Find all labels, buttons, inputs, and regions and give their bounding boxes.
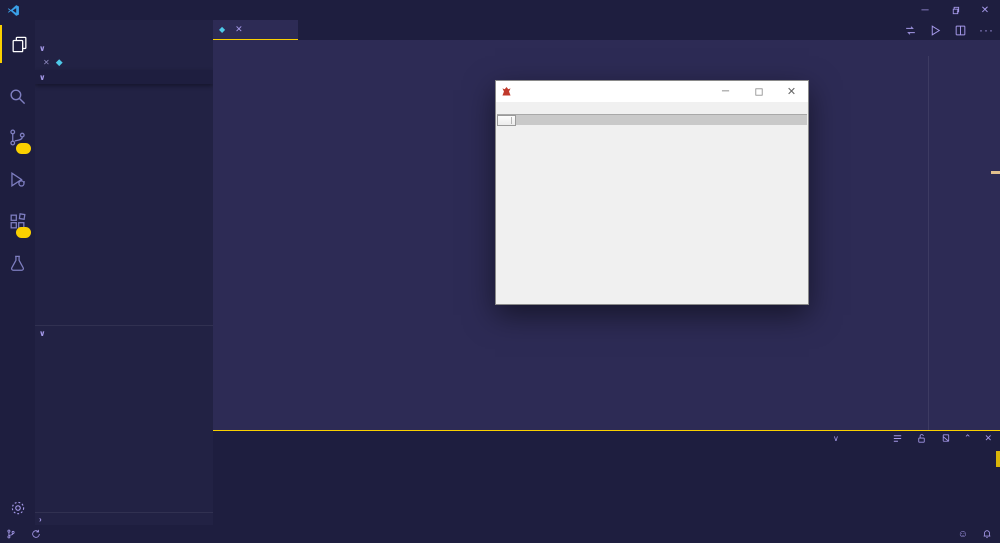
sync-icon xyxy=(32,529,40,538)
panel-scrollbar[interactable] xyxy=(996,451,1000,467)
close-panel-icon[interactable]: ✕ xyxy=(984,433,992,444)
explorer-sidebar: ∨ ✕ ◆ ∨ ∨ › xyxy=(35,20,213,525)
breadcrumb xyxy=(213,40,1000,56)
activity-bar xyxy=(0,20,35,525)
source-control-icon[interactable] xyxy=(0,118,35,156)
close-icon[interactable]: ✕ xyxy=(43,58,50,67)
run-debug-icon[interactable] xyxy=(0,160,35,198)
vscode-window: ─ ✕ ∨ ✕ ◆ ∨ ∨ › ◆ ✕ ··· ─ ✕ ∨ ⌃ ✕ ☺ xyxy=(0,0,1000,543)
minimap-separator xyxy=(928,56,929,430)
clear-output-icon[interactable] xyxy=(940,433,951,444)
maven-projects-header[interactable]: › xyxy=(35,512,213,525)
folder-section-header[interactable]: ∨ xyxy=(35,70,213,84)
test-icon[interactable] xyxy=(0,244,35,282)
open-editor-item[interactable]: ✕ ◆ xyxy=(35,55,213,70)
scm-badge xyxy=(16,143,31,154)
bottom-panel: ∨ ⌃ ✕ xyxy=(213,430,1000,525)
status-bar: ☺ xyxy=(0,525,1000,543)
scale-slider-trough[interactable] xyxy=(497,114,807,126)
titlebar: ─ ✕ xyxy=(0,0,1000,20)
tk-close-button[interactable]: ✕ xyxy=(775,81,808,102)
python-file-icon: ◆ xyxy=(55,57,63,68)
unlock-icon[interactable] xyxy=(916,433,927,444)
tk-titlebar[interactable]: ─ ✕ xyxy=(496,81,808,102)
minimap[interactable] xyxy=(930,56,1000,430)
output-channel-dropdown[interactable]: ∨ xyxy=(807,434,839,443)
tab-bar: ◆ ✕ ··· xyxy=(213,20,1000,40)
extensions-icon[interactable] xyxy=(0,202,35,240)
chevron-down-icon: ∨ xyxy=(39,72,46,82)
chevron-down-icon: ∨ xyxy=(39,329,46,338)
outline-header[interactable]: ∨ xyxy=(35,325,213,341)
git-branch-status[interactable] xyxy=(6,529,19,539)
overview-ruler-mark xyxy=(991,171,1000,174)
maximize-panel-icon[interactable]: ⌃ xyxy=(964,433,972,444)
explorer-icon[interactable] xyxy=(0,25,37,63)
scale-slider-handle[interactable] xyxy=(497,115,516,126)
open-editors-header[interactable]: ∨ xyxy=(35,41,213,55)
tkinter-scales-window[interactable]: ─ ✕ xyxy=(495,80,809,305)
tab-close-icon[interactable]: ✕ xyxy=(235,24,243,35)
extensions-badge xyxy=(16,227,31,238)
tab-scales-py[interactable]: ◆ ✕ xyxy=(213,20,298,40)
run-python-file-icon[interactable] xyxy=(929,24,942,37)
minimize-button[interactable]: ─ xyxy=(910,0,940,20)
more-actions-icon[interactable]: ··· xyxy=(979,23,994,37)
chevron-right-icon: › xyxy=(39,515,43,524)
git-branch-icon xyxy=(7,529,15,539)
tk-maximize-button[interactable] xyxy=(742,81,775,102)
notifications-bell-icon[interactable] xyxy=(982,529,992,539)
scales-app-icon xyxy=(502,87,511,96)
tk-minimize-button[interactable]: ─ xyxy=(709,81,742,102)
chevron-down-icon: ∨ xyxy=(833,434,839,443)
chevron-down-icon: ∨ xyxy=(39,43,46,53)
close-button[interactable]: ✕ xyxy=(970,0,1000,20)
search-icon[interactable] xyxy=(0,77,35,115)
feedback-smiley-icon[interactable]: ☺ xyxy=(958,529,968,540)
vscode-logo-icon xyxy=(7,4,19,16)
restore-button[interactable] xyxy=(940,0,970,20)
split-editor-icon[interactable] xyxy=(954,24,967,37)
python-file-icon: ◆ xyxy=(219,25,226,34)
settings-gear-icon[interactable] xyxy=(0,499,35,517)
word-wrap-icon[interactable] xyxy=(892,433,903,444)
sync-status[interactable] xyxy=(31,529,44,539)
open-changes-icon[interactable] xyxy=(904,24,917,37)
